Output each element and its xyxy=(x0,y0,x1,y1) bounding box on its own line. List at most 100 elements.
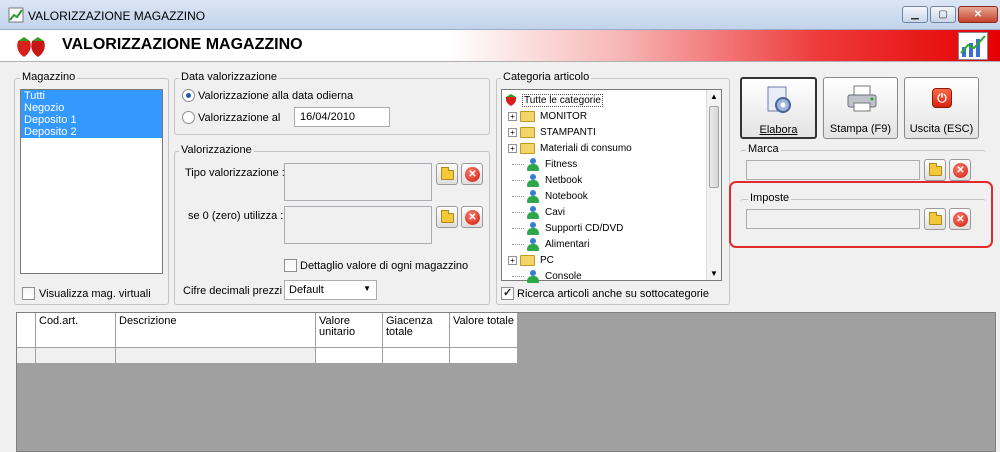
tree-node[interactable]: Netbook xyxy=(504,172,704,188)
valorizzazione-label: Valorizzazione xyxy=(179,144,254,156)
tree-node[interactable]: Fitness xyxy=(504,156,704,172)
marca-browse-button[interactable] xyxy=(924,159,946,181)
uscita-button[interactable]: ⏻ Uscita (ESC) xyxy=(904,77,979,139)
date-radio-label: Valorizzazione al xyxy=(198,112,281,124)
header-banner: VALORIZZAZIONE MAGAZZINO xyxy=(0,30,1000,62)
magazzino-listbox[interactable]: Tutti Negozio Deposito 1 Deposito 2 xyxy=(20,89,163,274)
zero-utilizza-label: se 0 (zero) utilizza : xyxy=(188,210,284,222)
elabora-button[interactable]: Elabora xyxy=(740,77,817,139)
tree-node-root[interactable]: Tutte le categorie xyxy=(504,92,704,108)
zero-browse-button[interactable] xyxy=(436,206,458,228)
close-button[interactable]: ✕ xyxy=(958,6,998,23)
tree-node[interactable]: Cavi xyxy=(504,204,704,220)
decimali-select[interactable]: Default ▼ xyxy=(284,280,377,300)
scroll-up-icon[interactable]: ▲ xyxy=(710,92,718,101)
list-item[interactable]: Tutti xyxy=(21,90,162,102)
folder-icon xyxy=(441,167,454,180)
imposte-clear-button[interactable]: ✕ xyxy=(949,208,971,230)
marca-field[interactable] xyxy=(746,160,920,180)
expand-icon[interactable]: + xyxy=(508,255,517,265)
tree-node[interactable]: Alimentari xyxy=(504,236,704,252)
maximize-button[interactable]: ▢ xyxy=(930,6,956,23)
tree-node-label: MONITOR xyxy=(540,110,588,122)
date-input[interactable]: 16/04/2010 xyxy=(294,107,390,127)
title-bar: VALORIZZAZIONE MAGAZZINO ▁ ▢ ✕ xyxy=(0,0,1000,30)
marca-clear-button[interactable]: ✕ xyxy=(949,159,971,181)
strawberry-icon xyxy=(504,93,518,107)
stampa-button[interactable]: Stampa (F9) xyxy=(823,77,898,139)
tree-node[interactable]: + Materiali di consumo xyxy=(504,140,704,156)
table-cell[interactable] xyxy=(316,348,383,364)
tree-node[interactable]: Console xyxy=(504,268,704,284)
tree-node[interactable]: + PC xyxy=(504,252,704,268)
minimize-button[interactable]: ▁ xyxy=(902,6,928,23)
subcategories-checkbox[interactable] xyxy=(501,286,514,300)
folder-icon xyxy=(441,210,454,223)
imposte-label: Imposte xyxy=(748,192,792,204)
column-header[interactable]: Descrizione xyxy=(116,313,316,348)
group-icon xyxy=(526,189,540,203)
virtual-warehouses-checkbox[interactable] xyxy=(22,287,35,300)
table-cell[interactable] xyxy=(450,348,518,364)
folder-icon xyxy=(520,254,535,266)
table-cell[interactable] xyxy=(36,348,116,364)
tipo-valorizzazione-field[interactable] xyxy=(284,163,432,201)
imposte-field[interactable] xyxy=(746,209,920,229)
dettaglio-checkbox[interactable] xyxy=(284,259,297,272)
date-value: 16/04/2010 xyxy=(300,111,356,123)
elabora-label: Elabora xyxy=(759,124,798,136)
tree-node-label: Console xyxy=(545,270,582,282)
today-radio[interactable] xyxy=(182,89,195,102)
categoria-label: Categoria articolo xyxy=(501,71,592,83)
list-item[interactable]: Deposito 1 xyxy=(21,114,162,126)
folder-icon xyxy=(929,163,942,176)
stampa-label: Stampa (F9) xyxy=(829,123,892,135)
tipo-clear-button[interactable]: ✕ xyxy=(461,163,483,185)
scroll-down-icon[interactable]: ▼ xyxy=(710,269,718,278)
tree-node[interactable]: Notebook xyxy=(504,188,704,204)
decimali-value: Default xyxy=(289,284,324,296)
list-item[interactable]: Negozio xyxy=(21,102,162,114)
tree-node[interactable]: + STAMPANTI xyxy=(504,124,704,140)
expand-icon[interactable]: + xyxy=(508,111,517,121)
tipo-browse-button[interactable] xyxy=(436,163,458,185)
magazzino-label: Magazzino xyxy=(20,71,78,83)
date-radio[interactable] xyxy=(182,111,195,124)
tree-node-label: Supporti CD/DVD xyxy=(545,222,624,234)
row-header-corner xyxy=(17,313,36,348)
decimali-label: Cifre decimali prezzi : xyxy=(183,285,289,297)
tree-node-label: Cavi xyxy=(545,206,566,218)
virtual-warehouses-label: Visualizza mag. virtuali xyxy=(39,288,151,300)
today-radio-label: Valorizzazione alla data odierna xyxy=(198,90,354,102)
column-header[interactable]: Giacenza totale xyxy=(383,313,450,348)
clear-icon: ✕ xyxy=(953,163,968,178)
table-cell[interactable] xyxy=(383,348,450,364)
expand-icon[interactable]: + xyxy=(508,143,517,153)
table-row[interactable] xyxy=(17,348,36,364)
scroll-thumb[interactable] xyxy=(709,106,719,188)
strawberry-logo-icon xyxy=(12,33,52,62)
marca-label: Marca xyxy=(746,143,781,155)
zero-utilizza-field[interactable] xyxy=(284,206,432,244)
tree-node-label: PC xyxy=(540,254,554,266)
results-grid[interactable]: Cod.art. Descrizione Valore unitario Gia… xyxy=(16,312,996,452)
data-valorizzazione-label: Data valorizzazione xyxy=(179,71,279,83)
column-header[interactable]: Valore totale xyxy=(450,313,518,348)
column-header[interactable]: Valore unitario xyxy=(316,313,383,348)
tree-node[interactable]: Supporti CD/DVD xyxy=(504,220,704,236)
imposte-browse-button[interactable] xyxy=(924,208,946,230)
tree-node[interactable]: + MONITOR xyxy=(504,108,704,124)
clear-icon: ✕ xyxy=(953,212,968,227)
zero-clear-button[interactable]: ✕ xyxy=(461,206,483,228)
column-header[interactable]: Cod.art. xyxy=(36,313,116,348)
table-cell[interactable] xyxy=(116,348,316,364)
tree-node-label: Materiali di consumo xyxy=(540,142,632,154)
expand-icon[interactable]: + xyxy=(508,127,517,137)
group-icon xyxy=(526,205,540,219)
categoria-tree[interactable]: Tutte le categorie + MONITOR + STAMPANTI +… xyxy=(501,89,722,284)
group-icon xyxy=(526,173,540,187)
tree-scrollbar[interactable]: ▲ ▼ xyxy=(706,90,721,280)
folder-icon xyxy=(520,126,535,138)
folder-icon xyxy=(520,142,535,154)
list-item[interactable]: Deposito 2 xyxy=(21,126,162,138)
